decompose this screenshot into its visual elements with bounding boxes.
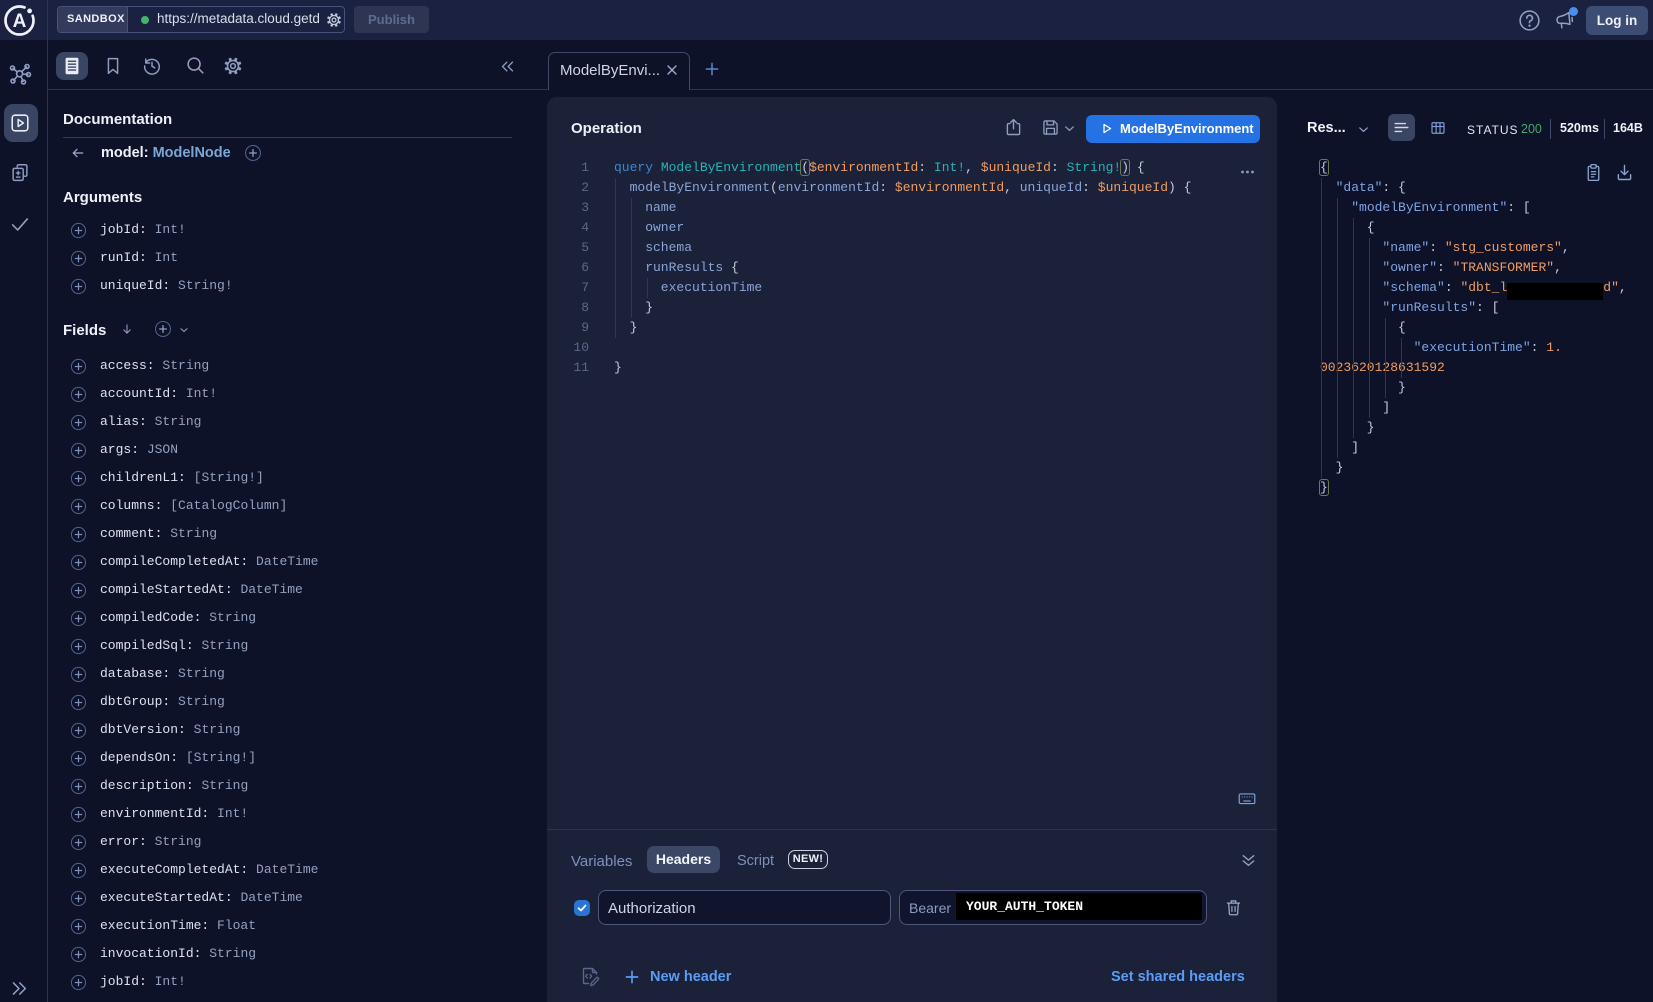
svg-text:A: A [13,11,27,32]
